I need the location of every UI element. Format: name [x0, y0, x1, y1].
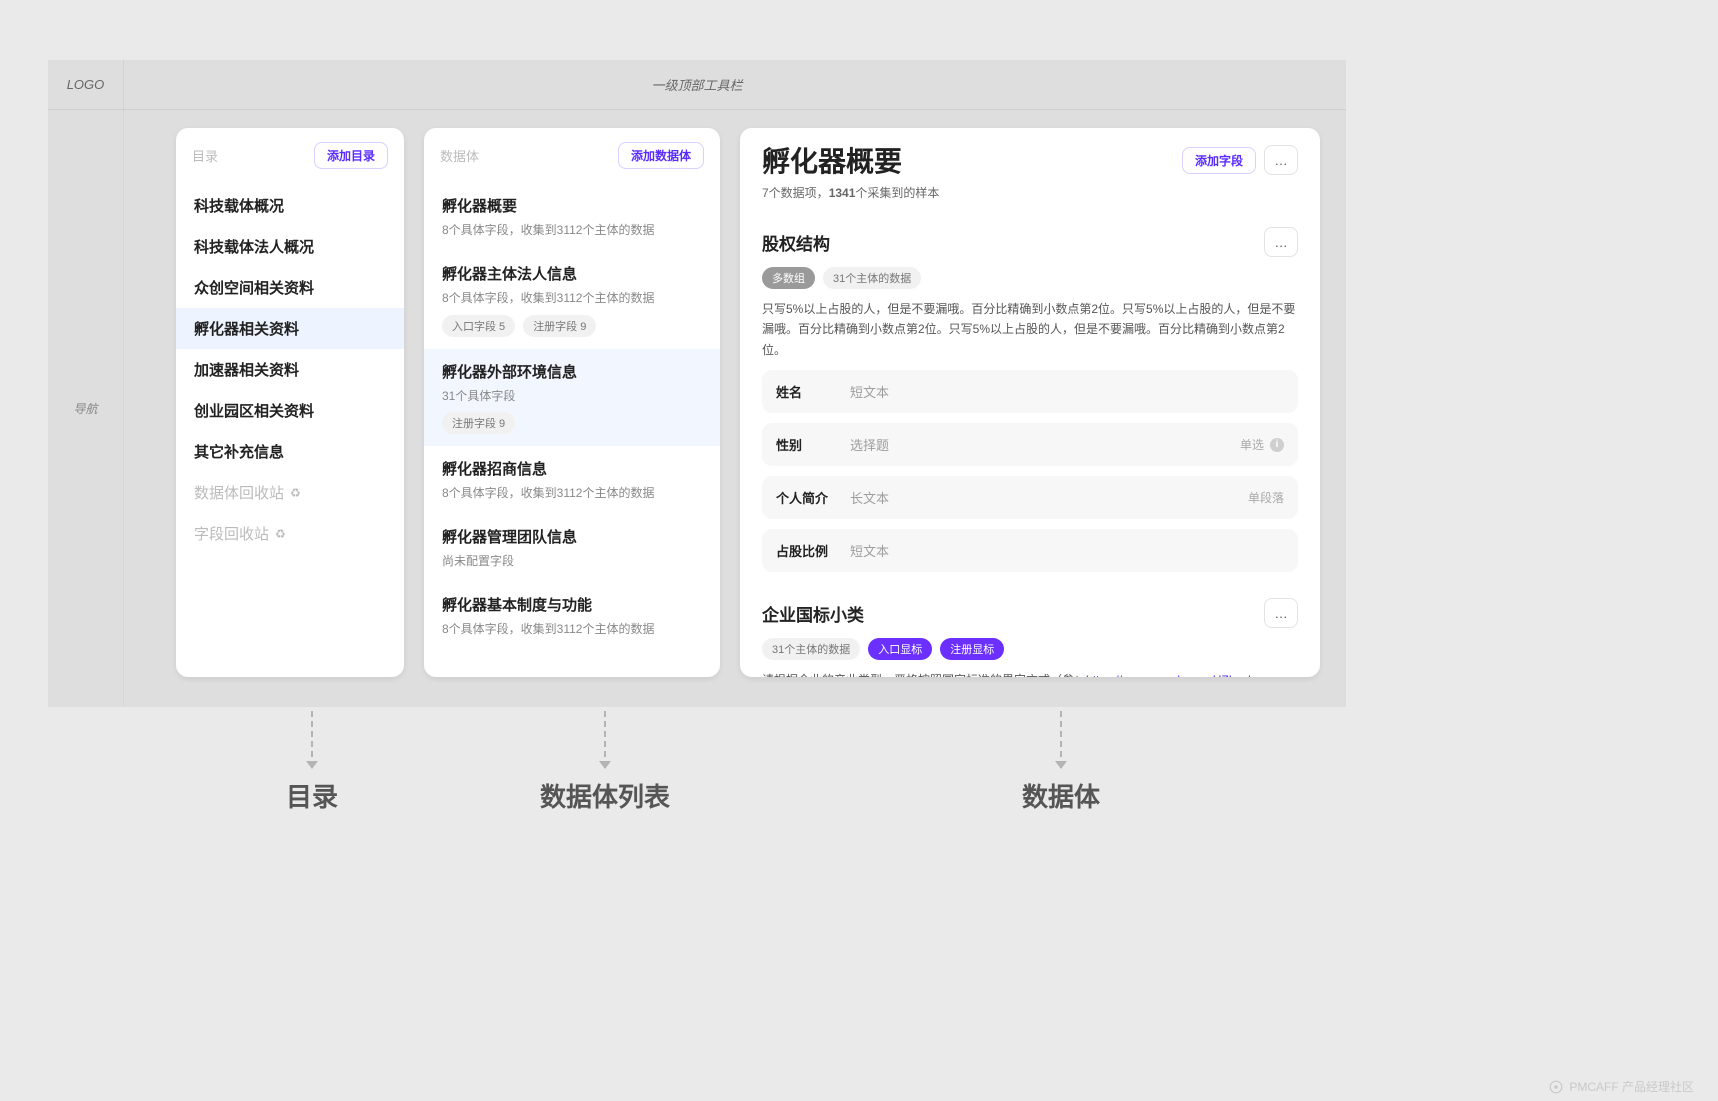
toc-item[interactable]: 其它补充信息 — [176, 431, 404, 472]
databody-item[interactable]: 孵化器外部环境信息 31个具体字段注册字段 9 — [424, 349, 720, 447]
field-name: 性别 — [776, 435, 838, 454]
top-toolbar-title: 一级顶部工具栏 — [124, 75, 1346, 94]
databody-item-sub: 尚未配置字段 — [442, 553, 702, 570]
databody-detail: 孵化器概要 添加字段 … 7个数据项，1341个采集到的样本 股权结构 … 多数组 3… — [740, 128, 1320, 677]
databody-item-sub: 8个具体字段，收集到3112个主体的数据 — [442, 485, 702, 502]
databody-detail-panel: 孵化器概要 添加字段 … 7个数据项，1341个采集到的样本 股权结构 … 多数组 3… — [740, 128, 1320, 677]
toc-item[interactable]: 众创空间相关资料 — [176, 267, 404, 308]
caption-detail: 数据体 — [1022, 777, 1100, 814]
databody-item-title: 孵化器管理团队信息 — [442, 526, 702, 547]
detail-meta: 7个数据项，1341个采集到的样本 — [762, 184, 1298, 201]
databody-list-header: 数据体 添加数据体 — [424, 128, 720, 175]
side-nav[interactable]: 导航 — [48, 110, 124, 707]
databody-item-sub: 31个具体字段 — [442, 388, 702, 405]
field-type: 短文本 — [850, 541, 1284, 560]
databody-list-title: 数据体 — [440, 146, 479, 165]
toc-item[interactable]: 科技载体概况 — [176, 185, 404, 226]
tag-chip: 注册字段 9 — [442, 412, 515, 434]
databody-item-sub: 8个具体字段，收集到3112个主体的数据 — [442, 621, 702, 638]
databody-item[interactable]: 孵化器主体法人信息 8个具体字段，收集到3112个主体的数据入口字段 5 注册字段 … — [424, 251, 720, 349]
field-type: 长文本 — [850, 488, 1236, 507]
section-tags: 多数组 31个主体的数据 — [762, 267, 1298, 289]
top-toolbar: LOGO 一级顶部工具栏 — [48, 60, 1346, 110]
section-more-button[interactable]: … — [1264, 598, 1298, 628]
info-icon: i — [1270, 438, 1284, 452]
field-section: 企业国标小类 … 31个主体的数据入口显标注册显标请根据企业的产业类型，严格按照国家… — [762, 598, 1298, 677]
detail-more-button[interactable]: … — [1264, 145, 1298, 175]
databody-item[interactable]: 孵化器管理团队信息尚未配置字段 — [424, 514, 720, 582]
field-row[interactable]: 占股比例短文本 — [762, 529, 1298, 572]
databody-item-title: 孵化器概要 — [442, 195, 702, 216]
toc-item[interactable]: 加速器相关资料 — [176, 349, 404, 390]
section-description: 只写5%以上占股的人，但是不要漏哦。百分比精确到小数点第2位。只写5%以上占股的… — [762, 299, 1298, 360]
column-captions: 目录 数据体列表 数据体 — [48, 707, 1346, 907]
field-type: 短文本 — [850, 382, 1284, 401]
toc-item[interactable]: 孵化器相关资料 — [176, 308, 404, 349]
databody-item-title: 孵化器基本制度与功能 — [442, 594, 702, 615]
workarea: 导航 目录 添加目录 科技载体概况科技载体法人概况众创空间相关资料孵化器相关资料… — [48, 110, 1346, 707]
toc-item[interactable]: 字段回收站♻ — [176, 513, 404, 554]
watermark-icon — [1549, 1080, 1563, 1094]
logo: LOGO — [48, 60, 124, 110]
field-row[interactable]: 姓名短文本 — [762, 370, 1298, 413]
tag-chip: 注册字段 9 — [523, 315, 596, 337]
tag-chip: 31个主体的数据 — [823, 267, 921, 289]
tag-chip: 31个主体的数据 — [762, 638, 860, 660]
recycle-icon: ♻ — [290, 486, 301, 500]
side-nav-label: 导航 — [73, 400, 97, 417]
tag-chip: 入口字段 5 — [442, 315, 515, 337]
add-databody-button[interactable]: 添加数据体 — [618, 142, 704, 169]
field-section: 股权结构 … 多数组 31个主体的数据只写5%以上占股的人，但是不要漏哦。百分比精确到… — [762, 227, 1298, 572]
field-tail: 单段落 — [1248, 489, 1284, 506]
field-name: 姓名 — [776, 382, 838, 401]
databody-list-panel: 数据体 添加数据体 孵化器概要8个具体字段，收集到3112个主体的数据孵化器主体… — [424, 128, 720, 677]
toc-panel: 目录 添加目录 科技载体概况科技载体法人概况众创空间相关资料孵化器相关资料加速器… — [176, 128, 404, 677]
toc-header: 目录 添加目录 — [176, 128, 404, 175]
databody-item-title: 孵化器主体法人信息 — [442, 263, 702, 284]
databody-item[interactable]: 孵化器招商信息 8个具体字段，收集到3112个主体的数据 — [424, 446, 720, 514]
recycle-icon: ♻ — [275, 527, 286, 541]
caption-toc: 目录 — [286, 777, 338, 814]
field-row[interactable]: 个人简介长文本单段落 — [762, 476, 1298, 519]
add-field-button[interactable]: 添加字段 — [1182, 147, 1256, 174]
caption-list: 数据体列表 — [540, 777, 670, 814]
field-name: 占股比例 — [776, 541, 838, 560]
field-tail: 单选i — [1240, 436, 1284, 453]
databody-item-tags: 入口字段 5 注册字段 9 — [442, 315, 702, 337]
app-frame: LOGO 一级顶部工具栏 导航 目录 添加目录 科技载体概况科技载体法人概况众创… — [48, 60, 1346, 707]
toc-list: 科技载体概况科技载体法人概况众创空间相关资料孵化器相关资料加速器相关资料创业园区… — [176, 175, 404, 572]
field-row[interactable]: 性别选择题单选i — [762, 423, 1298, 466]
section-description: 请根据企业的产业类型，严格按照国家标准的界定方式（参：https://www.g… — [762, 670, 1298, 677]
toc-title: 目录 — [192, 146, 218, 165]
add-toc-button[interactable]: 添加目录 — [314, 142, 388, 169]
section-title: 企业国标小类 — [762, 601, 864, 626]
section-more-button[interactable]: … — [1264, 227, 1298, 257]
section-header: 企业国标小类 … — [762, 598, 1298, 628]
toc-item[interactable]: 创业园区相关资料 — [176, 390, 404, 431]
databody-item-title: 孵化器招商信息 — [442, 458, 702, 479]
databody-item-title: 孵化器外部环境信息 — [442, 361, 702, 382]
detail-title: 孵化器概要 — [762, 140, 902, 180]
databody-item[interactable]: 孵化器基本制度与功能 8个具体字段，收集到3112个主体的数据 — [424, 582, 720, 650]
databody-item-tags: 注册字段 9 — [442, 412, 702, 434]
section-header: 股权结构 … — [762, 227, 1298, 257]
detail-header: 孵化器概要 添加字段 … — [762, 140, 1298, 180]
field-name: 个人简介 — [776, 488, 838, 507]
tag-chip: 入口显标 — [868, 638, 932, 660]
tag-chip: 注册显标 — [940, 638, 1004, 660]
databody-item[interactable]: 孵化器概要 8个具体字段，收集到3112个主体的数据 — [424, 183, 720, 251]
tag-chip: 多数组 — [762, 267, 815, 289]
section-tags: 31个主体的数据入口显标注册显标 — [762, 638, 1298, 660]
toc-item[interactable]: 科技载体法人概况 — [176, 226, 404, 267]
section-title: 股权结构 — [762, 230, 830, 255]
databody-list: 孵化器概要8个具体字段，收集到3112个主体的数据孵化器主体法人信息8个具体字段… — [424, 175, 720, 677]
three-column-layout: 目录 添加目录 科技载体概况科技载体法人概况众创空间相关资料孵化器相关资料加速器… — [124, 110, 1346, 707]
toc-item[interactable]: 数据体回收站♻ — [176, 472, 404, 513]
watermark: PMCAFF 产品经理社区 — [1549, 1078, 1694, 1095]
field-type: 选择题 — [850, 435, 1228, 454]
databody-item-sub: 8个具体字段，收集到3112个主体的数据 — [442, 290, 702, 307]
databody-item-sub: 8个具体字段，收集到3112个主体的数据 — [442, 222, 702, 239]
detail-actions: 添加字段 … — [1182, 145, 1298, 175]
